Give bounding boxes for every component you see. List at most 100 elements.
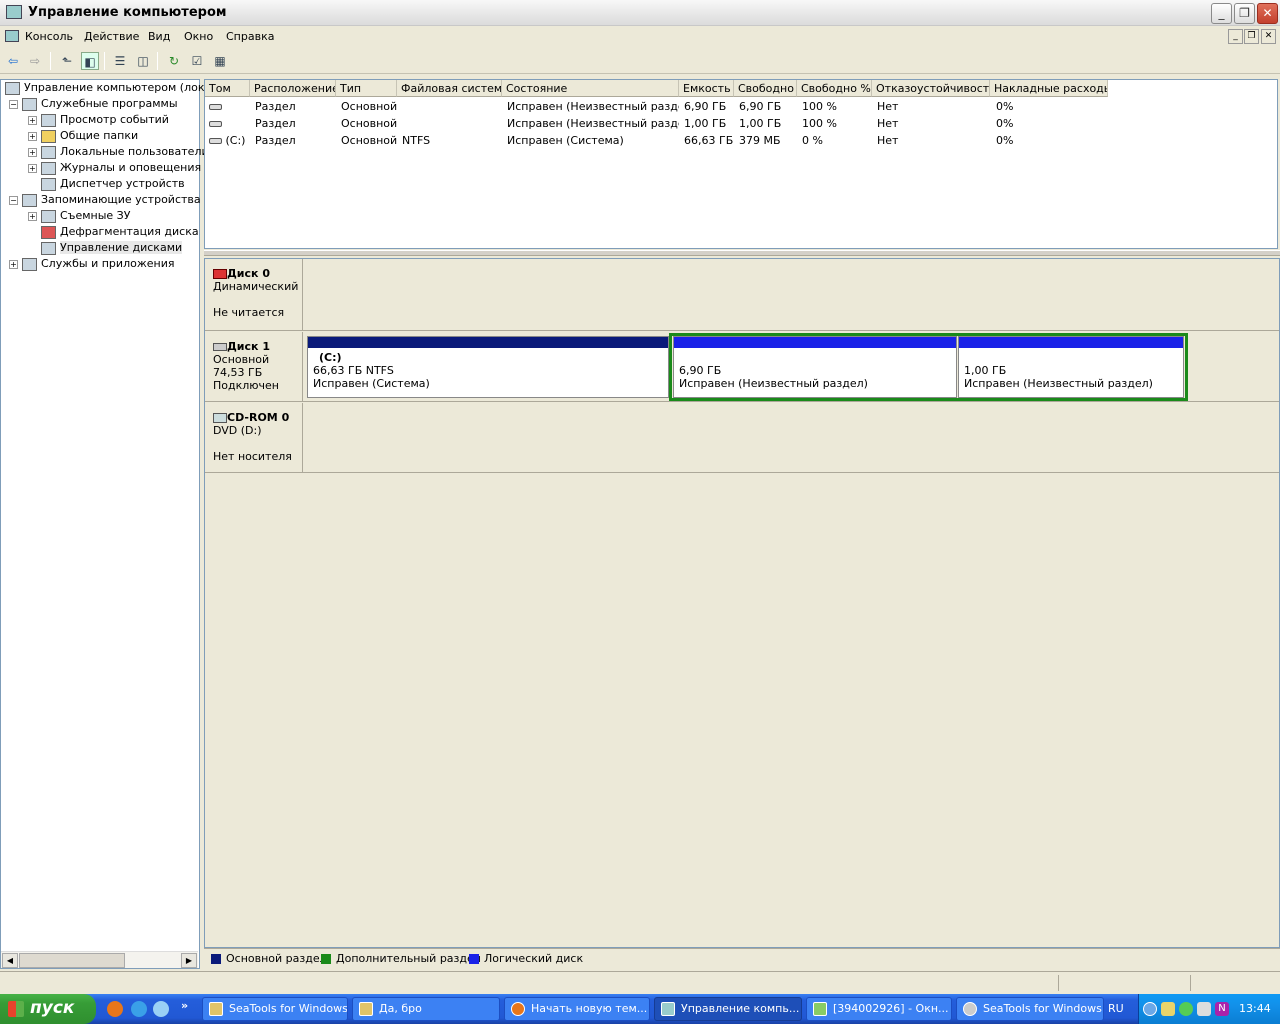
expand-icon[interactable]: + — [28, 211, 37, 221]
clock[interactable]: 13:44 — [1239, 1002, 1271, 1015]
tree-item-device-manager[interactable]: Диспетчер устройств — [41, 176, 185, 192]
expand-icon[interactable]: + — [28, 147, 37, 157]
tree-item-local-users[interactable]: + Локальные пользователи — [28, 144, 209, 160]
disk-row: Диск 0 Динамический Не читается — [205, 259, 1279, 331]
tree-item-shared-folders[interactable]: + Общие папки — [28, 128, 138, 144]
col-header-type[interactable]: Тип — [336, 80, 397, 97]
tree-horizontal-scrollbar[interactable]: ◀ ▶ — [1, 951, 198, 968]
menu-help[interactable]: Справка — [225, 30, 275, 43]
tray-network-icon[interactable] — [1197, 1002, 1211, 1016]
disk-label[interactable]: Диск 0 Динамический Не читается — [207, 259, 303, 330]
cell-status: Исправен (Неизвестный раздел) — [507, 100, 679, 113]
tree-item-system-tools[interactable]: − Служебные программы — [9, 96, 178, 112]
partition-logical-1[interactable]: 6,90 ГБ Исправен (Неизвестный раздел) — [673, 336, 957, 398]
firefox-icon[interactable] — [107, 1001, 123, 1017]
expand-icon[interactable]: + — [28, 163, 37, 173]
toolbar-separator — [104, 52, 105, 70]
table-row[interactable]: Раздел Основной Исправен (Неизвестный ра… — [205, 115, 1277, 132]
scroll-left-icon[interactable]: ◀ — [2, 953, 18, 968]
scroll-right-icon[interactable]: ▶ — [181, 953, 197, 968]
col-header-filesystem[interactable]: Файловая система — [397, 80, 502, 97]
cell-free: 6,90 ГБ — [739, 100, 782, 113]
col-header-status[interactable]: Состояние — [502, 80, 679, 97]
tree-item-defragmenter[interactable]: Дефрагментация диска — [41, 224, 199, 240]
col-header-capacity[interactable]: Емкость — [679, 80, 734, 97]
col-header-free[interactable]: Свободно — [734, 80, 797, 97]
refresh-icon[interactable]: ↻ — [165, 52, 183, 70]
cell-layout: Раздел — [255, 134, 296, 147]
pane-splitter[interactable] — [204, 250, 1280, 256]
tray-clipboard-icon[interactable] — [1161, 1002, 1175, 1016]
col-header-fault-tolerance[interactable]: Отказоустойчивость — [872, 80, 990, 97]
cell-fault-tolerance: Нет — [877, 100, 899, 113]
internet-explorer-icon[interactable] — [131, 1001, 147, 1017]
legend-primary: Основной раздел — [226, 952, 327, 965]
check-icon[interactable]: ☑ — [188, 52, 206, 70]
tree-item-storage[interactable]: − Запоминающие устройства — [9, 192, 201, 208]
start-button[interactable]: пуск — [0, 994, 96, 1024]
minimize-button[interactable]: _ — [1211, 3, 1232, 24]
menu-bar: Консоль Действие Вид Окно Справка _ ❐ ✕ — [0, 27, 1280, 48]
cell-overhead: 0% — [996, 134, 1014, 147]
legend-swatch-extended — [321, 954, 331, 964]
up-level-icon[interactable]: ⬑ — [58, 52, 76, 70]
col-header-volume[interactable]: Том — [205, 80, 250, 97]
services-icon — [22, 257, 37, 271]
cell-status: Исправен (Система) — [507, 134, 624, 147]
tree-item-removable-storage[interactable]: + Съемные ЗУ — [28, 208, 130, 224]
tree-item-services-apps[interactable]: + Службы и приложения — [9, 256, 174, 272]
menu-view[interactable]: Вид — [147, 30, 171, 43]
cell-status: Исправен (Неизвестный раздел) — [507, 117, 679, 130]
task-icq[interactable]: [394002926] - Окн... — [806, 997, 952, 1021]
forward-arrow-icon[interactable]: ⇨ — [26, 52, 44, 70]
tree-item-performance-logs[interactable]: + Журналы и оповещения пр — [28, 160, 219, 176]
show-tree-icon[interactable]: ◧ — [81, 52, 99, 70]
collapse-icon[interactable]: − — [9, 195, 18, 205]
task-seatools-2[interactable]: SeaTools for Windows — [956, 997, 1104, 1021]
mdi-minimize-button[interactable]: _ — [1228, 29, 1243, 44]
disk-settings-icon[interactable]: ▦ — [211, 52, 229, 70]
partition-c[interactable]: (C:) 66,63 ГБ NTFS Исправен (Система) — [307, 336, 669, 398]
expand-icon[interactable]: + — [28, 131, 37, 141]
cell-layout: Раздел — [255, 100, 296, 113]
scroll-thumb[interactable] — [19, 953, 125, 968]
collapse-icon[interactable]: − — [9, 99, 18, 109]
disk-label[interactable]: CD-ROM 0 DVD (D:) Нет носителя — [207, 403, 303, 472]
quicklaunch-chevron-icon[interactable]: » — [181, 999, 188, 1012]
col-header-free-percent[interactable]: Свободно % — [797, 80, 872, 97]
task-firefox[interactable]: Начать новую тем... — [504, 997, 650, 1021]
system-tray: N 13:44 — [1138, 994, 1280, 1024]
menu-window[interactable]: Окно — [183, 30, 214, 43]
help-icon[interactable]: ◫ — [134, 52, 152, 70]
tray-collapse-icon[interactable] — [1143, 1002, 1157, 1016]
expand-icon[interactable]: + — [28, 115, 37, 125]
outlook-express-icon[interactable] — [153, 1001, 169, 1017]
task-seatools-1[interactable]: SeaTools for Windows — [202, 997, 348, 1021]
volume-icon — [209, 104, 222, 110]
tray-icq-icon[interactable] — [1179, 1002, 1193, 1016]
disk-label[interactable]: Диск 1 Основной 74,53 ГБ Подключен — [207, 332, 303, 401]
table-row[interactable]: Раздел Основной Исправен (Неизвестный ра… — [205, 98, 1277, 115]
mdi-restore-button[interactable]: ❐ — [1244, 29, 1259, 44]
col-header-overhead[interactable]: Накладные расходы — [990, 80, 1108, 97]
tools-icon — [22, 97, 37, 111]
task-computer-management[interactable]: Управление компь... — [654, 997, 802, 1021]
menu-action[interactable]: Действие — [83, 30, 140, 43]
language-indicator[interactable]: RU — [1108, 1002, 1124, 1015]
restore-button[interactable]: ❐ — [1234, 3, 1255, 24]
col-header-layout[interactable]: Расположение — [250, 80, 336, 97]
close-button[interactable]: ✕ — [1257, 3, 1278, 24]
tray-onenote-icon[interactable]: N — [1215, 1002, 1229, 1016]
mdi-close-button[interactable]: ✕ — [1261, 29, 1276, 44]
tree-item-root[interactable]: Управление компьютером (локаль — [5, 80, 225, 96]
properties-icon[interactable]: ☰ — [111, 52, 129, 70]
menu-console[interactable]: Консоль — [24, 30, 74, 43]
expand-icon[interactable]: + — [9, 259, 18, 269]
tree-item-event-viewer[interactable]: + Просмотр событий — [28, 112, 169, 128]
event-viewer-icon — [41, 113, 56, 127]
partition-logical-2[interactable]: 1,00 ГБ Исправен (Неизвестный раздел) — [958, 336, 1184, 398]
table-row[interactable]: (C:) Раздел Основной NTFS Исправен (Сист… — [205, 132, 1277, 149]
back-arrow-icon[interactable]: ⇦ — [4, 52, 22, 70]
task-da-bro[interactable]: Да, бро — [352, 997, 500, 1021]
tree-item-disk-management[interactable]: Управление дисками — [41, 240, 183, 256]
